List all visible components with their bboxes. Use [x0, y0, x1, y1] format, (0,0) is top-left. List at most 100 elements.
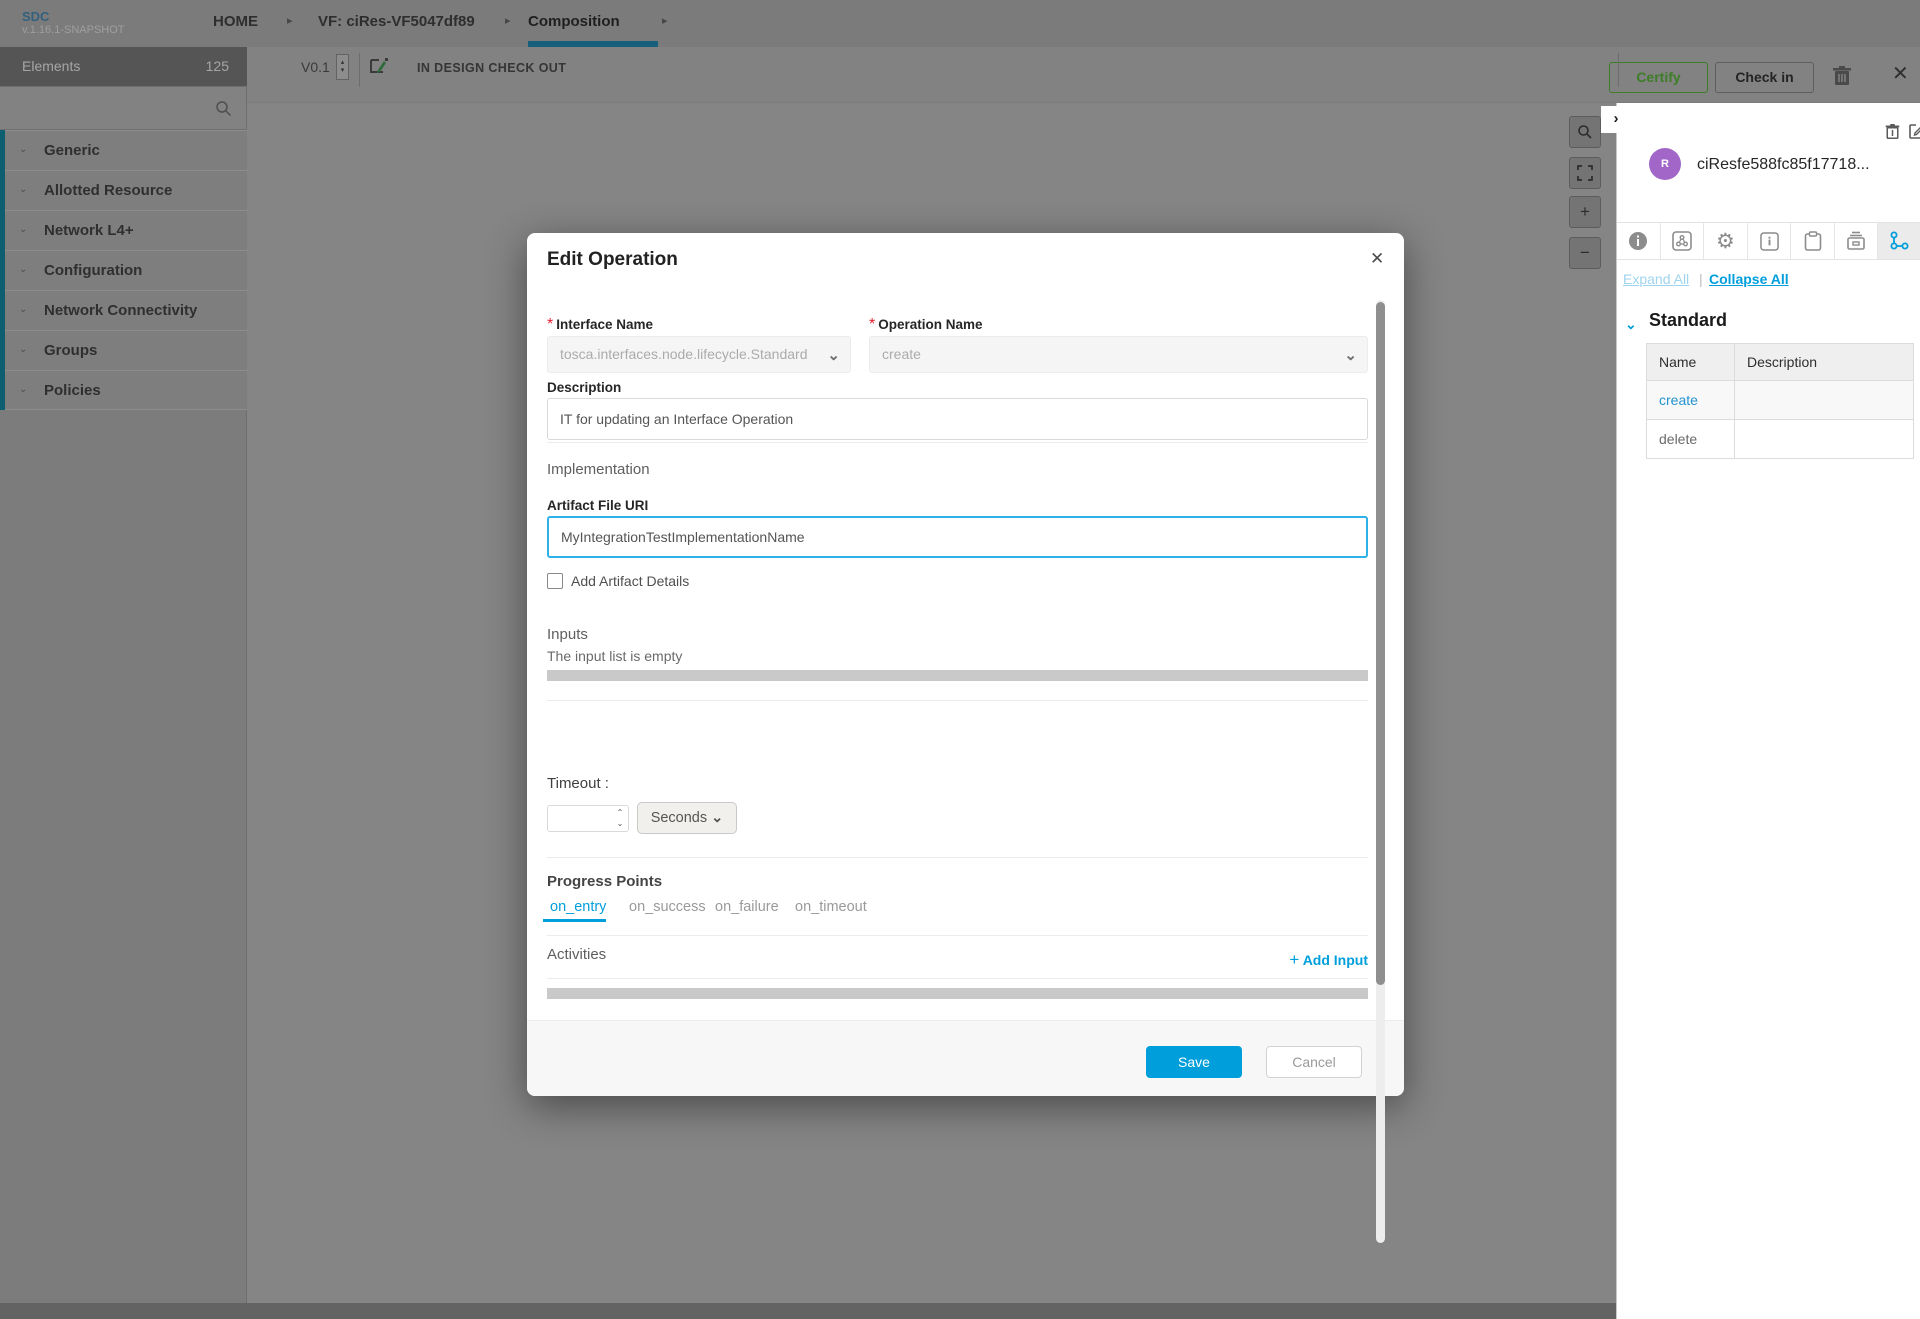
tab-requirements[interactable] — [1791, 223, 1835, 259]
add-artifact-label: Add Artifact Details — [571, 573, 689, 589]
gear-icon: ⚙ — [1716, 229, 1735, 254]
elements-search-box[interactable] — [0, 86, 247, 130]
table-row: create — [1647, 381, 1914, 420]
tab-on-failure[interactable]: on_failure — [715, 899, 779, 915]
sidebar-item-network-connectivity[interactable]: ⌄ Network Connectivity — [5, 290, 247, 330]
interface-name-select[interactable]: tosca.interfaces.node.lifecycle.Standard… — [547, 336, 851, 373]
link-separator: | — [1699, 271, 1703, 287]
zoom-out-button[interactable]: − — [1569, 237, 1601, 269]
divider — [1618, 53, 1619, 87]
chevron-down-icon: ⌄ — [19, 304, 27, 315]
chevron-down-icon: ⌄ — [19, 384, 27, 395]
elements-header: Elements 125 — [0, 47, 247, 86]
info-filled-icon — [1628, 231, 1648, 251]
tab-information[interactable] — [1748, 223, 1792, 259]
timeout-unit-select[interactable]: Seconds ⌄ — [637, 802, 737, 834]
sidebar-item-generic[interactable]: ⌄ Generic — [5, 130, 247, 170]
elements-sidebar: Elements 125 ⌄ Generic ⌄ Allotted Resour… — [0, 47, 247, 1303]
spinner-up-icon: ⌃ — [617, 808, 624, 817]
tab-general-info[interactable] — [1617, 223, 1661, 259]
chevron-down-icon: ⌄ — [19, 344, 27, 355]
required-asterisk: * — [869, 316, 875, 333]
collapse-all-link[interactable]: Collapse All — [1709, 271, 1789, 287]
operation-name-select[interactable]: create ⌄ — [869, 336, 1368, 373]
plus-icon: + — [1289, 950, 1299, 969]
table-header-row: Name Description — [1647, 344, 1914, 381]
save-button[interactable]: Save — [1146, 1046, 1242, 1078]
breadcrumb-vf[interactable]: VF: ciRes-VF5047df89 — [318, 13, 475, 30]
timeout-spinner[interactable]: ⌃⌄ — [613, 807, 627, 830]
version-selector[interactable]: V0.1 — [301, 59, 330, 75]
breadcrumb-arrow-icon: ▸ — [662, 14, 668, 27]
cancel-button[interactable]: Cancel — [1266, 1046, 1362, 1078]
component-detail-panel: R ciResfe588fc85f17718... ⚙ Expand All |… — [1616, 103, 1920, 1319]
delete-icon[interactable] — [1832, 65, 1852, 92]
progress-points-header: Progress Points — [547, 873, 662, 890]
sdc-version: v.1.16.1-SNAPSHOT — [22, 24, 125, 36]
breadcrumb-home[interactable]: HOME — [213, 13, 258, 30]
expand-all-link[interactable]: Expand All — [1623, 271, 1689, 287]
tab-artifacts[interactable] — [1835, 223, 1879, 259]
add-artifact-checkbox[interactable] — [547, 573, 563, 589]
operation-create-description — [1735, 381, 1914, 420]
tab-operations-active[interactable] — [1878, 223, 1920, 259]
modal-close-icon[interactable]: ✕ — [1370, 249, 1384, 269]
sidebar-item-network-l4[interactable]: ⌄ Network L4+ — [5, 210, 247, 250]
composition-icon — [1672, 231, 1692, 251]
spinner-down-icon: ▾ — [341, 67, 345, 74]
tab-on-success[interactable]: on_success — [629, 899, 706, 915]
inputs-header: Inputs — [547, 626, 588, 643]
add-input-button[interactable]: + Add Input — [1289, 950, 1368, 970]
description-input[interactable] — [547, 398, 1368, 440]
modal-scrollbar-track[interactable] — [1376, 300, 1385, 1243]
divider — [359, 53, 360, 87]
modal-scrollbar-thumb[interactable] — [1376, 302, 1385, 985]
activities-horizontal-scrollbar[interactable] — [547, 988, 1368, 999]
chevron-down-icon: ⌄ — [827, 337, 840, 374]
modal-footer: Save Cancel — [527, 1020, 1404, 1096]
operations-table: Name Description create delete — [1646, 343, 1914, 459]
version-stepper[interactable]: ▴▾ — [336, 54, 349, 80]
tab-properties[interactable]: ⚙ — [1704, 223, 1748, 259]
close-icon[interactable]: ✕ — [1892, 61, 1909, 86]
sidebar-item-policies[interactable]: ⌄ Policies — [5, 370, 247, 410]
chevron-down-icon: ⌄ — [1344, 337, 1357, 374]
operation-create-link[interactable]: create — [1659, 392, 1698, 408]
trash-icon[interactable] — [1885, 123, 1900, 145]
fullscreen-button[interactable] — [1569, 157, 1601, 189]
tab-on-entry[interactable]: on_entry — [550, 899, 606, 915]
tab-on-timeout[interactable]: on_timeout — [795, 899, 867, 915]
chevron-down-icon: ⌄ — [19, 184, 27, 195]
section-chevron-icon[interactable]: ⌄ — [1625, 316, 1637, 333]
canvas-search-button[interactable] — [1569, 116, 1601, 148]
operation-delete-description — [1735, 420, 1914, 459]
breadcrumb-composition[interactable]: Composition — [528, 13, 620, 30]
table-row: delete — [1647, 420, 1914, 459]
sdc-logo: SDC — [22, 9, 49, 24]
certify-button[interactable]: Certify — [1609, 62, 1708, 93]
col-header-description: Description — [1735, 344, 1914, 381]
lifecycle-status: IN DESIGN CHECK OUT — [417, 61, 566, 75]
operation-delete-label: delete — [1659, 431, 1697, 447]
spinner-down-icon: ⌄ — [617, 819, 624, 828]
canvas-header: V0.1 ▴▾ IN DESIGN CHECK OUT Certify Chec… — [247, 47, 1920, 103]
chevron-down-icon: ⌄ — [711, 810, 723, 826]
artifact-uri-input[interactable] — [547, 516, 1368, 558]
clipboard-icon — [1804, 231, 1822, 251]
inputs-empty-text: The input list is empty — [547, 648, 682, 664]
sidebar-item-configuration[interactable]: ⌄ Configuration — [5, 250, 247, 290]
sidebar-item-allotted-resource[interactable]: ⌄ Allotted Resource — [5, 170, 247, 210]
zoom-in-button[interactable]: + — [1569, 196, 1601, 228]
sidebar-item-groups[interactable]: ⌄ Groups — [5, 330, 247, 370]
panel-tab-bar: ⚙ — [1617, 222, 1920, 260]
divider — [547, 442, 1368, 443]
elements-title: Elements — [22, 58, 80, 74]
divider — [547, 700, 1368, 701]
tab-composition[interactable] — [1661, 223, 1705, 259]
component-name: ciResfe588fc85f17718... — [1697, 156, 1870, 174]
checkin-button[interactable]: Check in — [1715, 62, 1814, 93]
panel-collapse-toggle[interactable]: › — [1601, 106, 1631, 133]
breadcrumb-arrow-icon: ▸ — [505, 14, 511, 27]
inputs-horizontal-scrollbar[interactable] — [547, 670, 1368, 681]
edit-icon[interactable] — [1909, 123, 1920, 144]
